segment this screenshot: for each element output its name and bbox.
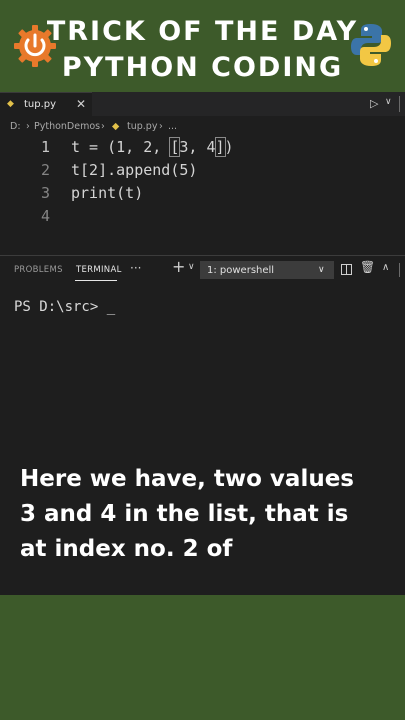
run-icon[interactable]: ▷ (370, 97, 378, 110)
caption-line-1: Here we have, two values (20, 466, 354, 492)
caption-line-3: at index no. 2 of (20, 536, 233, 562)
python-file-icon: ◆ (7, 99, 14, 109)
breadcrumb-file[interactable]: tup.py (127, 121, 157, 132)
chevron-down-icon[interactable]: ∨ (385, 97, 392, 107)
tab-problems[interactable]: PROBLEMS (14, 265, 63, 275)
caption-line-2: 3 and 4 in the list, that is (20, 501, 349, 527)
panel-header: PROBLEMS TERMINAL ··· + ∨ 1: powershell … (0, 256, 405, 284)
code-line: 1 t = (1, 2, [3, 4]) (0, 137, 405, 162)
tab-label: tup.py (24, 99, 57, 110)
more-icon[interactable]: ··· (130, 261, 141, 275)
maximize-icon[interactable]: ∧ (382, 262, 389, 273)
terminal-prompt[interactable]: PS D:\src> _ (14, 299, 115, 315)
line-number: 2 (40, 161, 50, 179)
editor-tab-bar: ◆ tup.py ✕ ▷ ∨ (0, 92, 405, 116)
code-line: 4 (0, 207, 405, 231)
chevron-down-icon[interactable]: ∨ (188, 262, 195, 272)
code-text: print(t) (71, 184, 144, 202)
code-text: t = (1, 2, [3, 4]) (71, 137, 234, 157)
breadcrumb-drive[interactable]: D: (10, 121, 21, 132)
chevron-right-icon: › (101, 121, 105, 132)
breadcrumb-folder[interactable]: PythonDemos (34, 121, 100, 132)
active-tab-indicator (75, 280, 117, 281)
split-terminal-icon[interactable] (341, 264, 352, 275)
line-number: 1 (40, 138, 50, 156)
code-text: t[2].append(5) (71, 161, 198, 179)
bracket-match: ] (214, 137, 226, 157)
python-logo-icon (351, 24, 391, 66)
close-icon[interactable]: ✕ (76, 97, 86, 111)
code-line: 3 print(t) (0, 184, 405, 208)
chevron-right-icon: › (159, 121, 163, 132)
python-file-icon: ◆ (112, 121, 120, 132)
line-number: 4 (40, 207, 50, 225)
vscode-window: ◆ tup.py ✕ ▷ ∨ D: › PythonDemos › ◆ tup.… (0, 92, 405, 595)
breadcrumb-more[interactable]: ... (168, 121, 177, 132)
line-number: 3 (40, 184, 50, 202)
tab-terminal[interactable]: TERMINAL (76, 265, 122, 275)
trash-icon[interactable]: 🗑 (360, 260, 375, 274)
breadcrumb: D: › PythonDemos › ◆ tup.py › ... (0, 118, 405, 136)
divider (399, 96, 400, 112)
code-line: 2 t[2].append(5) (0, 161, 405, 185)
plus-icon[interactable]: + (172, 257, 185, 276)
terminal-select-value: 1: powershell (207, 265, 275, 276)
banner-title-line1: TRICK OF THE DAY (46, 16, 359, 47)
banner-title-line2: PYTHON CODING (61, 52, 344, 83)
divider (399, 263, 400, 277)
title-banner: TRICK OF THE DAY PYTHON CODING (0, 0, 405, 92)
chevron-down-icon: ∨ (318, 265, 325, 275)
tab-tup-py[interactable]: ◆ tup.py ✕ (0, 92, 92, 116)
chevron-right-icon: › (26, 121, 30, 132)
terminal-select[interactable]: 1: powershell ∨ (200, 261, 334, 279)
